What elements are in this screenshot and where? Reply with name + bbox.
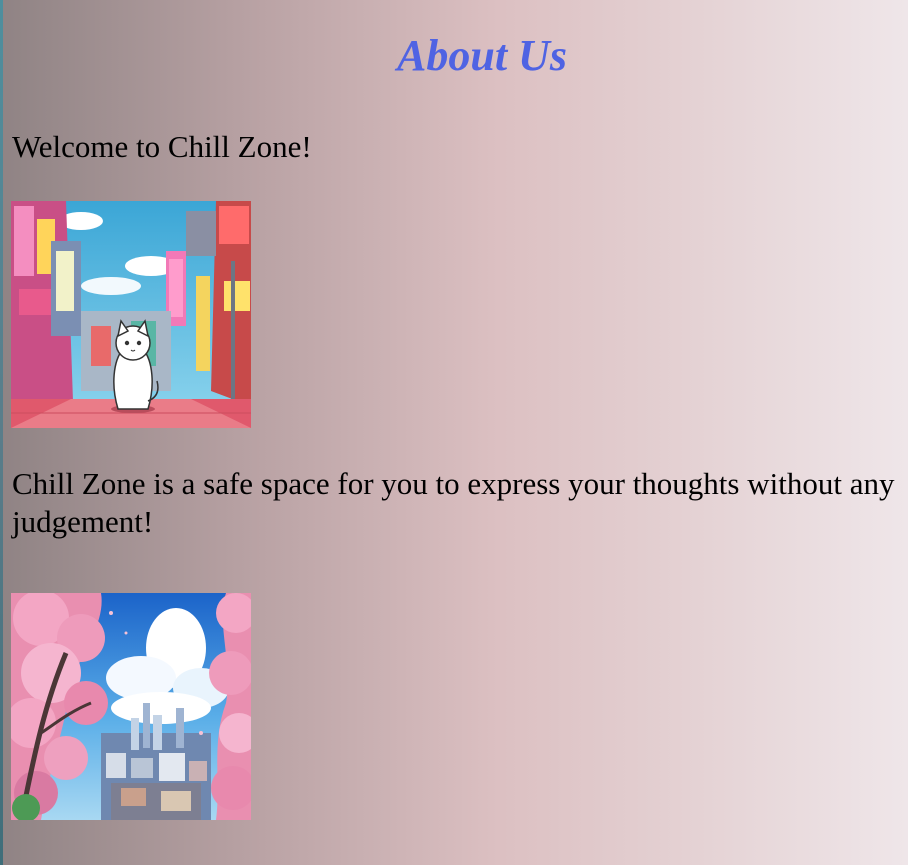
welcome-text: Welcome to Chill Zone! (12, 129, 312, 164)
window-edge (0, 0, 3, 865)
description-text: Chill Zone is a safe space for you to ex… (12, 466, 895, 539)
cherry-blossom-city-image (11, 593, 251, 820)
page-title: About Us (397, 31, 567, 80)
street-cat-image (11, 201, 251, 428)
